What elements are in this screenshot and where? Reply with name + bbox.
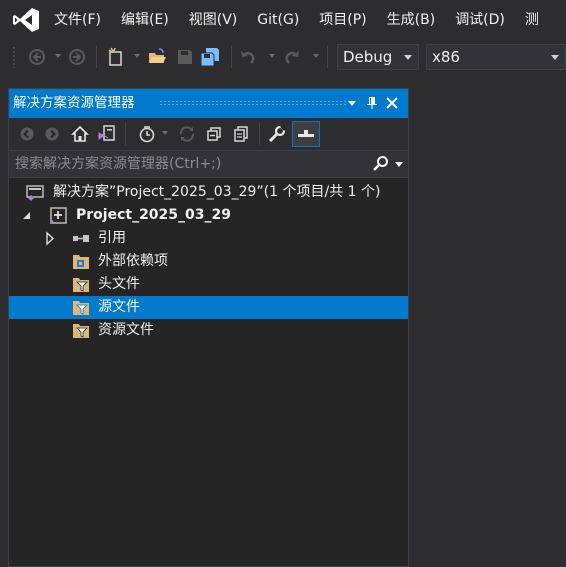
window-position-dropdown-icon[interactable] [343, 94, 361, 112]
tree-item-label: 头文件 [98, 276, 140, 292]
solution-explorer-panel: 解决方案资源管理器 搜索解决方案资源管理器(Ctrl+;) 解决方案”Proje… [8, 88, 409, 567]
chevron-down-icon [551, 55, 559, 60]
configuration-select[interactable]: Debug [337, 44, 419, 70]
toolbar-grip[interactable] [12, 46, 16, 68]
tree-item-label: 引用 [98, 230, 126, 246]
undo-icon[interactable] [238, 47, 258, 67]
forward-icon[interactable] [42, 124, 62, 144]
chevron-down-icon [404, 55, 412, 60]
tree-item-label: 外部依赖项 [98, 253, 168, 269]
switch-views-icon[interactable] [97, 124, 117, 144]
tree-item-resource-files[interactable]: 资源文件 [9, 319, 408, 342]
properties-icon[interactable] [267, 124, 287, 144]
tree-item-references[interactable]: 引用 [9, 227, 408, 250]
redo-icon[interactable] [282, 47, 302, 67]
preview-icon [298, 130, 314, 137]
search-box[interactable] [9, 150, 408, 178]
tree-item-project[interactable]: Project_2025_03_29 [9, 204, 408, 227]
redo-dropdown-icon[interactable] [313, 54, 319, 58]
save-icon[interactable] [175, 47, 195, 67]
filter-folder-icon [73, 278, 89, 292]
filter-folder-icon [73, 324, 89, 338]
new-item-icon[interactable] [106, 47, 126, 67]
menu-git[interactable]: Git(G) [247, 0, 309, 40]
show-all-files-icon[interactable] [231, 124, 251, 144]
pin-icon[interactable] [363, 94, 381, 112]
menu-project[interactable]: 项目(P) [309, 0, 376, 40]
tree-item-label: Project_2025_03_29 [76, 207, 231, 223]
tree-item-header-files[interactable]: 头文件 [9, 273, 408, 296]
open-folder-icon[interactable] [147, 47, 167, 67]
toolbar-separator [327, 46, 328, 68]
external-dependencies-icon [73, 255, 89, 269]
collapse-all-icon[interactable] [204, 124, 224, 144]
back-icon[interactable] [17, 124, 37, 144]
search-input[interactable] [9, 151, 364, 177]
menu-file[interactable]: 文件(F) [44, 0, 111, 40]
toolbar-separator [125, 123, 126, 145]
menu-items: 文件(F) 编辑(E) 视图(V) Git(G) 项目(P) 生成(B) 调试(… [44, 0, 549, 40]
sync-icon[interactable] [177, 124, 197, 144]
project-icon [50, 207, 67, 224]
configuration-value: Debug [343, 48, 393, 66]
toolbar-separator [259, 123, 260, 145]
tree-item-source-files[interactable]: 源文件 [9, 296, 408, 319]
tree-item-label: 资源文件 [98, 322, 154, 338]
references-icon [73, 235, 89, 242]
expanded-arrow-icon[interactable] [21, 204, 33, 227]
menu-edit[interactable]: 编辑(E) [111, 0, 179, 40]
back-icon[interactable] [27, 47, 47, 67]
undo-dropdown-icon[interactable] [269, 54, 275, 58]
menu-debug[interactable]: 调试(D) [445, 0, 515, 40]
menu-build[interactable]: 生成(B) [377, 0, 446, 40]
search-icon[interactable] [372, 155, 390, 173]
tree-item-solution[interactable]: 解决方案”Project_2025_03_29”(1 个项目/共 1 个) [9, 181, 408, 204]
standard-toolbar: Debug x86 [0, 40, 566, 74]
menu-view[interactable]: 视图(V) [179, 0, 248, 40]
close-icon[interactable] [383, 94, 401, 112]
preview-toggle-button[interactable] [292, 121, 320, 147]
panel-title: 解决方案资源管理器 [13, 95, 135, 111]
toolbar-separator [96, 46, 97, 68]
filter-folder-icon [73, 301, 89, 315]
title-grip [159, 100, 347, 106]
new-item-dropdown-icon[interactable] [134, 54, 140, 58]
pending-changes-icon[interactable] [137, 124, 157, 144]
platform-value: x86 [432, 48, 460, 66]
solution-explorer-toolbar [9, 118, 408, 150]
platform-select[interactable]: x86 [426, 44, 566, 70]
search-options-dropdown-icon[interactable] [395, 162, 403, 168]
toolbar-separator [231, 46, 232, 68]
home-icon[interactable] [70, 124, 90, 144]
tree-item-label: 源文件 [98, 299, 140, 315]
tree-item-external-dependencies[interactable]: 外部依赖项 [9, 250, 408, 273]
back-dropdown-icon[interactable] [55, 54, 61, 58]
save-all-icon[interactable] [200, 47, 220, 67]
panel-title-bar[interactable]: 解决方案资源管理器 [9, 89, 408, 118]
solution-icon [26, 185, 44, 201]
visual-studio-logo-icon[interactable] [12, 7, 40, 33]
pending-changes-dropdown-icon[interactable] [162, 131, 168, 135]
tree-item-label: 解决方案”Project_2025_03_29”(1 个项目/共 1 个) [53, 184, 381, 200]
menu-test[interactable]: 测 [515, 0, 549, 40]
forward-icon[interactable] [67, 47, 87, 67]
collapsed-arrow-icon[interactable] [44, 227, 56, 250]
menu-bar: 文件(F) 编辑(E) 视图(V) Git(G) 项目(P) 生成(B) 调试(… [0, 0, 566, 40]
